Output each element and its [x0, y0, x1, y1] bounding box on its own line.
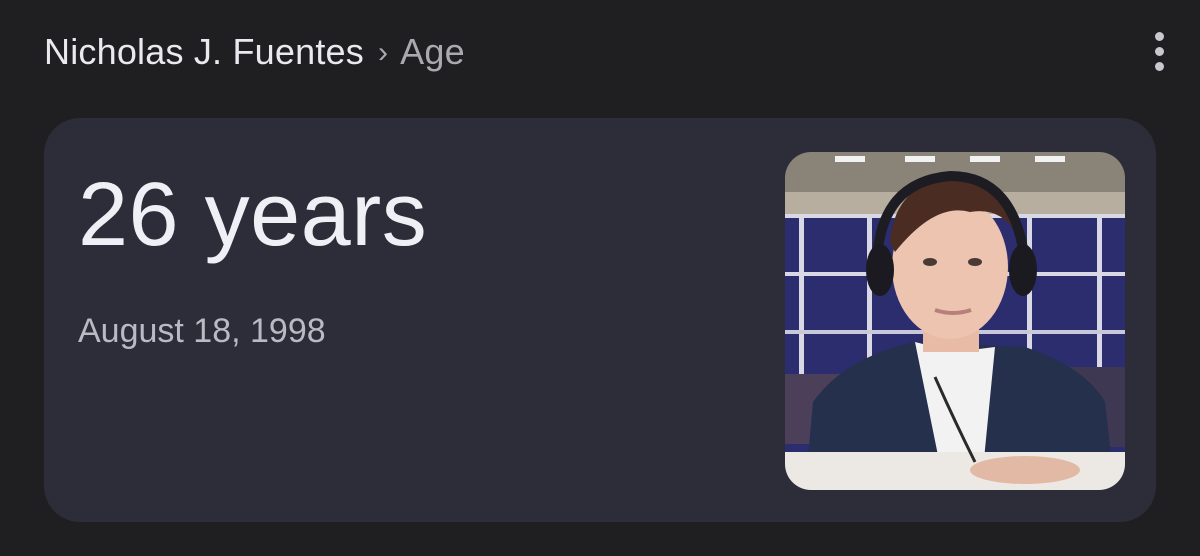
breadcrumb-subject[interactable]: Nicholas J. Fuentes — [44, 31, 364, 73]
age-value: 26 years — [78, 165, 428, 265]
more-vert-icon — [1154, 31, 1164, 41]
breadcrumb: Nicholas J. Fuentes › Age — [44, 26, 465, 78]
birth-date: August 18, 1998 — [78, 312, 326, 350]
person-photo[interactable] — [785, 152, 1125, 490]
breadcrumb-attribute: Age — [400, 31, 465, 72]
more-vert-icon-dot — [1154, 46, 1164, 56]
age-answer-card[interactable]: 26 years August 18, 1998 — [44, 118, 1156, 522]
more-vert-icon-dot — [1154, 61, 1164, 71]
age-answer-page: Nicholas J. Fuentes › Age 26 years Augus… — [0, 0, 1200, 556]
person-photo-illustration — [785, 152, 1125, 490]
breadcrumb-separator: › — [377, 36, 389, 69]
more-options-button[interactable] — [1138, 28, 1180, 74]
